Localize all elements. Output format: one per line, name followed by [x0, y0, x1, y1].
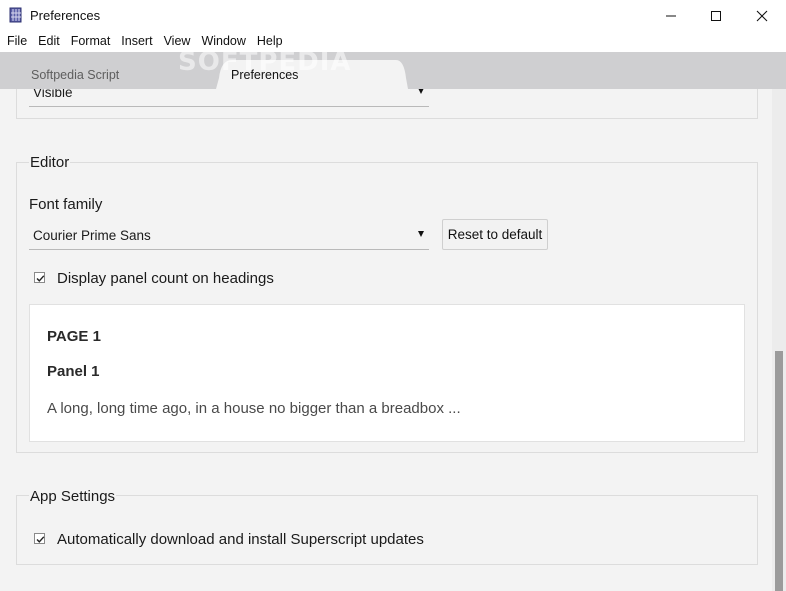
- tab-softpedia-script[interactable]: Softpedia Script: [0, 52, 220, 89]
- app-icon: [9, 7, 22, 23]
- chevron-down-icon: [418, 89, 424, 94]
- tab-preferences[interactable]: Preferences: [216, 52, 408, 89]
- auto-update-checkbox[interactable]: [34, 533, 45, 544]
- checkmark-icon: [36, 275, 45, 282]
- app-settings-group: [16, 495, 758, 565]
- panel-count-checkbox[interactable]: [34, 272, 45, 283]
- menu-help[interactable]: Help: [252, 31, 288, 52]
- reset-button-label: Reset to default: [447, 227, 543, 242]
- visibility-select-value: Visible: [33, 89, 73, 100]
- font-preview: PAGE 1 Panel 1 A long, long time ago, in…: [29, 304, 745, 442]
- vertical-scrollbar[interactable]: [772, 89, 786, 591]
- close-button[interactable]: [739, 0, 785, 31]
- tab-label: Softpedia Script: [31, 68, 120, 82]
- app-settings-title: App Settings: [29, 488, 117, 505]
- chevron-down-icon: [418, 231, 424, 237]
- minimize-button[interactable]: [648, 0, 694, 31]
- checkmark-icon: [36, 536, 45, 543]
- title-bar: Preferences: [0, 0, 786, 31]
- minimize-icon: [666, 15, 676, 16]
- menu-bar: File Edit Format Insert View Window Help: [0, 31, 786, 52]
- visibility-select[interactable]: Visible: [29, 89, 429, 107]
- font-family-label: Font family: [29, 196, 103, 213]
- menu-edit[interactable]: Edit: [33, 31, 65, 52]
- menu-window[interactable]: Window: [196, 31, 250, 52]
- font-family-select[interactable]: Courier Prime Sans: [29, 225, 429, 250]
- preferences-content: Visible Editor Font family Courier Prime…: [0, 89, 772, 591]
- tab-label: Preferences: [231, 68, 299, 82]
- menu-file[interactable]: File: [2, 31, 32, 52]
- preview-panel-heading: Panel 1: [47, 363, 100, 380]
- menu-view[interactable]: View: [159, 31, 196, 52]
- editor-group-title: Editor: [29, 154, 71, 171]
- preview-page-heading: PAGE 1: [47, 328, 101, 345]
- maximize-icon: [711, 10, 721, 21]
- scrollbar-thumb[interactable]: [775, 351, 783, 591]
- panel-count-label: Display panel count on headings: [57, 270, 274, 287]
- auto-update-label: Automatically download and install Super…: [57, 531, 424, 548]
- maximize-button[interactable]: [693, 0, 739, 31]
- preview-text: A long, long time ago, in a house no big…: [47, 400, 461, 417]
- font-family-value: Courier Prime Sans: [33, 228, 151, 243]
- menu-format[interactable]: Format: [66, 31, 116, 52]
- close-icon: [756, 10, 768, 21]
- reset-to-default-button[interactable]: Reset to default: [442, 219, 548, 250]
- tab-bar: Softpedia Script Preferences: [0, 52, 786, 89]
- window-title: Preferences: [30, 8, 101, 23]
- menu-insert[interactable]: Insert: [116, 31, 157, 52]
